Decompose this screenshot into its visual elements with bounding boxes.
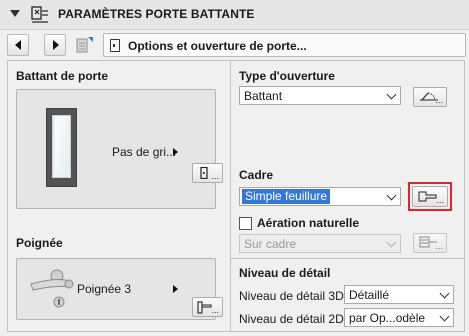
door-leaf-preview[interactable]: Pas de gri...: [16, 89, 216, 209]
ventilation-settings-button: ...: [413, 233, 447, 253]
chevron-down-icon: [439, 288, 450, 299]
detail-2d-label: Niveau de détail 2D: [239, 312, 344, 326]
ventilation-position-select: Sur cadre: [239, 234, 401, 253]
next-page-button[interactable]: [44, 34, 66, 56]
arrow-left-icon: [15, 40, 21, 50]
natural-ventilation-checkbox[interactable]: [239, 217, 252, 230]
detail-level-title: Niveau de détail: [239, 266, 331, 280]
arrow-right-icon: [53, 40, 59, 50]
detail-section-divider: [231, 258, 465, 259]
opening-type-select[interactable]: Battant: [239, 86, 401, 105]
chevron-down-icon: [386, 237, 397, 248]
frame-settings-highlight: [408, 182, 452, 211]
handle-preview[interactable]: Poignée 3: [16, 258, 216, 320]
chevron-down-icon: [439, 311, 450, 322]
arrow-right-icon: [173, 285, 178, 293]
door-page-icon: [110, 39, 120, 52]
detail-3d-select[interactable]: Détaillé: [344, 285, 454, 304]
handle-title: Poignée: [16, 236, 63, 250]
column-divider: [230, 60, 231, 332]
collapse-triangle-icon[interactable]: [10, 10, 20, 17]
natural-ventilation-label: Aération naturelle: [257, 216, 360, 230]
arrow-right-icon: [173, 148, 178, 156]
handle-preview-label: Poignée 3: [77, 282, 132, 296]
favorites-settings-icon[interactable]: [75, 35, 95, 55]
opening-type-title: Type d'ouverture: [239, 69, 335, 83]
detail-3d-label: Niveau de détail 3D: [239, 289, 344, 303]
door-leaf-thumbnail: [46, 108, 77, 187]
frame-select[interactable]: Simple feuillure: [239, 187, 401, 206]
page-selector-label: Options et ouverture de porte...: [128, 39, 307, 53]
door-leaf-title: Battant de porte: [16, 69, 109, 83]
chevron-down-icon: [386, 190, 397, 201]
page-selector-dropdown[interactable]: Options et ouverture de porte...: [103, 33, 466, 57]
previous-page-button[interactable]: [7, 34, 29, 56]
handle-settings-button[interactable]: ...: [192, 297, 223, 317]
door-leaf-preview-label: Pas de gri...: [112, 145, 177, 159]
door-leaf-settings-button[interactable]: ...: [192, 163, 223, 183]
door-settings-icon: [31, 6, 48, 23]
panel-header[interactable]: PARAMÈTRES PORTE BATTANTE: [0, 0, 469, 30]
frame-title: Cadre: [239, 168, 274, 182]
door-icon: [200, 167, 208, 179]
detail-2d-select[interactable]: par Op...odèle: [344, 308, 454, 327]
chevron-down-icon: [386, 89, 397, 100]
opening-type-settings-button[interactable]: ...: [413, 87, 447, 107]
panel-title: PARAMÈTRES PORTE BATTANTE: [58, 7, 255, 21]
